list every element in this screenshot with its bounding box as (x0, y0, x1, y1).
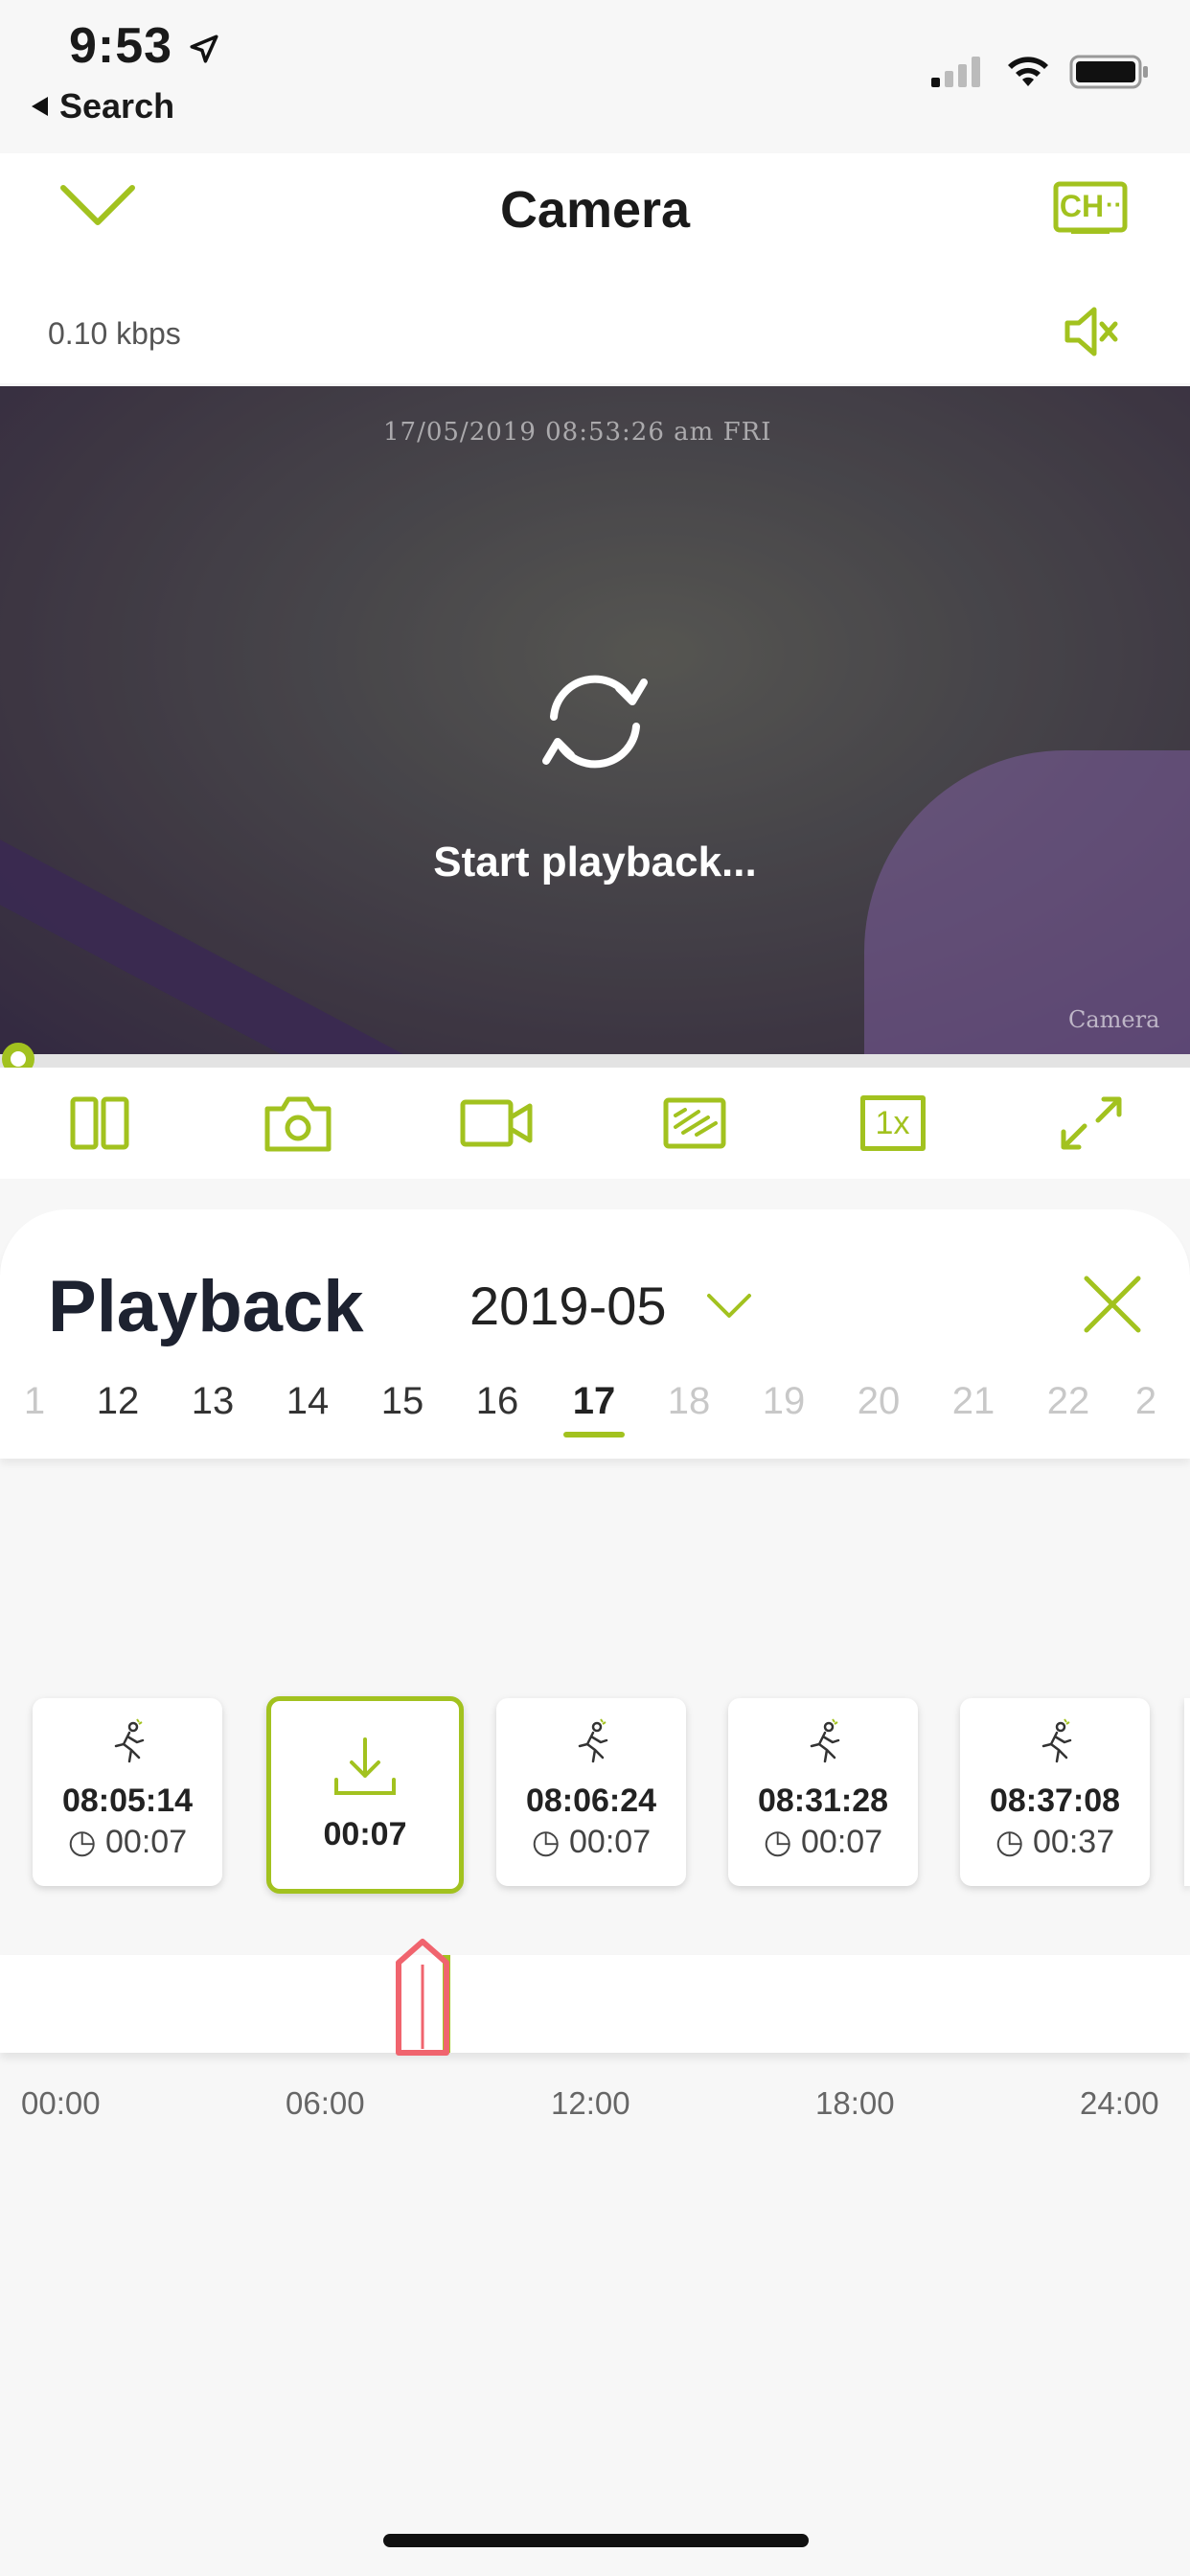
bitrate-readout: 0.10 kbps (48, 316, 181, 351)
day-item[interactable]: 14 (269, 1380, 346, 1423)
clip-duration: ◷ 00:07 (496, 1823, 686, 1861)
fullscreen-icon (1061, 1096, 1121, 1150)
location-arrow-icon (190, 34, 218, 63)
wifi-icon (1008, 57, 1048, 86)
refresh-icon (542, 675, 648, 769)
day-item[interactable]: 1 (0, 1380, 73, 1423)
clock-icon: ◷ (531, 1824, 561, 1860)
motion-person-icon (810, 1718, 840, 1763)
player-toolbar: 1x (0, 1068, 1190, 1179)
playback-progress-track[interactable] (0, 1054, 1190, 1068)
clock-icon: ◷ (67, 1824, 97, 1860)
clip-card[interactable]: 08:31:28 ◷ 00:07 (728, 1698, 918, 1886)
speaker-muted-icon (1064, 307, 1118, 356)
timeline-marker[interactable] (393, 1936, 452, 2057)
clock-icon: ◷ (763, 1824, 792, 1860)
speed-button[interactable]: 1x (835, 1075, 950, 1171)
status-time: 9:53 (69, 17, 220, 75)
speed-icon: 1x (859, 1095, 926, 1151)
day-item[interactable]: 20 (840, 1380, 917, 1423)
clip-duration: ◷ 00:37 (960, 1823, 1150, 1861)
clip-duration-text: 00:07 (801, 1824, 883, 1860)
snapshot-camera-icon (264, 1096, 331, 1152)
video-osd-camera-name: Camera (1068, 1006, 1160, 1033)
status-indicators (929, 54, 1150, 90)
split-view-button[interactable] (42, 1075, 157, 1171)
clock-icon: ◷ (995, 1824, 1024, 1860)
fullscreen-button[interactable] (1034, 1075, 1149, 1171)
day-item[interactable]: 12 (80, 1380, 156, 1423)
quality-hd-icon (663, 1097, 725, 1149)
clip-duration-text: 00:37 (1033, 1824, 1115, 1860)
day-item[interactable]: 13 (174, 1380, 251, 1423)
selected-day-indicator (563, 1432, 625, 1438)
chevron-down-icon (706, 1293, 751, 1318)
day-item[interactable]: 16 (459, 1380, 536, 1423)
day-item[interactable]: 2 (1127, 1380, 1165, 1423)
back-to-search-link[interactable]: Search (29, 86, 174, 126)
clip-start-time: 08:05:14 (61, 1782, 194, 1819)
cellular-signal-icon (931, 57, 980, 87)
speed-label: 1x (875, 1104, 910, 1141)
day-item[interactable]: 18 (651, 1380, 727, 1423)
timeline-tick-label: 18:00 (815, 2085, 895, 2121)
day-item[interactable]: 22 (1030, 1380, 1107, 1423)
clip-duration: 00:07 (323, 1816, 407, 1852)
back-triangle-icon (32, 97, 48, 116)
close-icon (1084, 1276, 1141, 1333)
clip-start-time: 08:31:28 (757, 1782, 889, 1819)
motion-person-icon (578, 1718, 608, 1763)
channel-dots: ·· (1106, 190, 1123, 218)
timeline-tick-label: 24:00 (1080, 2085, 1159, 2121)
timeline-track[interactable] (0, 1955, 1190, 2053)
timeline-tick-label: 00:00 (21, 2085, 101, 2121)
day-item[interactable]: 21 (935, 1380, 1012, 1423)
clip-card[interactable]: 08:37:08 ◷ 00:37 (960, 1698, 1150, 1886)
clip-card-partial (1184, 1698, 1190, 1886)
channel-button[interactable]: CH ·· (1052, 180, 1129, 234)
record-video-button[interactable] (439, 1075, 554, 1171)
channel-label: CH (1059, 189, 1105, 223)
clip-start-time: 08:37:08 (989, 1782, 1121, 1819)
clip-duration-text: 00:07 (569, 1824, 652, 1860)
back-label: Search (59, 86, 175, 126)
day-item[interactable]: 15 (364, 1380, 441, 1423)
motion-person-icon (1041, 1718, 1072, 1763)
download-icon (334, 1737, 396, 1795)
clip-card[interactable]: 08:05:14 ◷ 00:07 (33, 1698, 222, 1886)
battery-icon (1069, 55, 1148, 89)
clip-start-time: 08:06:24 (525, 1782, 657, 1819)
page-title: Camera (499, 181, 691, 239)
status-time-text: 9:53 (69, 18, 173, 74)
quality-button[interactable] (637, 1075, 752, 1171)
day-item[interactable]: 19 (745, 1380, 822, 1423)
clip-duration-text: 00:07 (105, 1824, 188, 1860)
clip-duration: ◷ 00:07 (728, 1823, 918, 1861)
timeline-tick-label: 06:00 (286, 2085, 365, 2121)
snapshot-button[interactable] (240, 1075, 355, 1171)
day-item-selected[interactable]: 17 (556, 1380, 632, 1423)
video-osd-timestamp: 17/05/2019 08:53:26 am FRI (383, 418, 772, 447)
motion-person-icon (114, 1718, 145, 1763)
clip-card[interactable]: 08:06:24 ◷ 00:07 (496, 1698, 686, 1886)
mute-button[interactable] (1062, 303, 1121, 365)
month-selector[interactable]: 2019-05 (469, 1275, 753, 1337)
loading-text: Start playback... (433, 839, 757, 886)
home-indicator[interactable] (383, 2534, 809, 2547)
clip-duration: ◷ 00:07 (33, 1823, 222, 1861)
split-view-icon (70, 1096, 128, 1150)
timeline-tick-label: 12:00 (551, 2085, 630, 2121)
clip-card-selected[interactable]: 00:07 (266, 1696, 464, 1894)
loading-spinner (527, 671, 663, 777)
record-video-icon (460, 1099, 532, 1147)
month-label: 2019-05 (469, 1276, 667, 1336)
playback-title: Playback (48, 1266, 364, 1347)
close-playback-button[interactable] (1083, 1275, 1142, 1339)
